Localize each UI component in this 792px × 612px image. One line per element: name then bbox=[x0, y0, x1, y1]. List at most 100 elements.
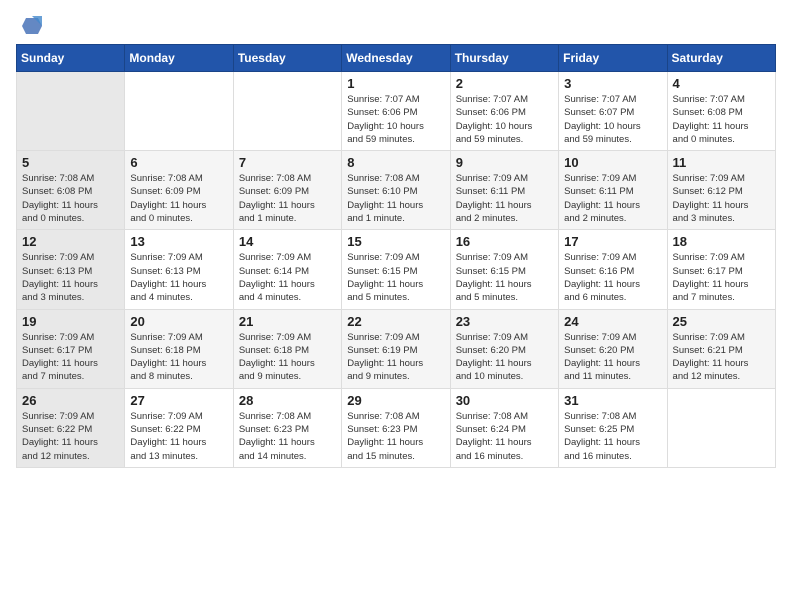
day-info: Sunrise: 7:09 AM Sunset: 6:16 PM Dayligh… bbox=[564, 251, 661, 304]
day-info: Sunrise: 7:09 AM Sunset: 6:14 PM Dayligh… bbox=[239, 251, 336, 304]
calendar-table: SundayMondayTuesdayWednesdayThursdayFrid… bbox=[16, 44, 776, 468]
day-number: 3 bbox=[564, 76, 661, 91]
calendar-cell: 28 Sunrise: 7:08 AM Sunset: 6:23 PM Dayli… bbox=[233, 388, 341, 467]
day-number: 17 bbox=[564, 234, 661, 249]
day-info: Sunrise: 7:07 AM Sunset: 6:07 PM Dayligh… bbox=[564, 93, 661, 146]
weekday-header-saturday: Saturday bbox=[667, 45, 775, 72]
day-info: Sunrise: 7:09 AM Sunset: 6:22 PM Dayligh… bbox=[130, 410, 227, 463]
calendar-cell: 20Sunrise: 7:09 AM Sunset: 6:18 PM Dayli… bbox=[125, 309, 233, 388]
weekday-header-wednesday: Wednesday bbox=[342, 45, 450, 72]
day-info: Sunrise: 7:09 AM Sunset: 6:19 PM Dayligh… bbox=[347, 331, 444, 384]
day-info: Sunrise: 7:09 AM Sunset: 6:12 PM Dayligh… bbox=[673, 172, 770, 225]
calendar-week-row: 1 Sunrise: 7:07 AM Sunset: 6:06 PM Daylig… bbox=[17, 72, 776, 151]
day-info: Sunrise: 7:08 AM Sunset: 6:08 PM Dayligh… bbox=[22, 172, 119, 225]
calendar-cell: 15 Sunrise: 7:09 AM Sunset: 6:15 PM Dayli… bbox=[342, 230, 450, 309]
day-info: Sunrise: 7:09 AM Sunset: 6:15 PM Dayligh… bbox=[347, 251, 444, 304]
day-number: 8 bbox=[347, 155, 444, 170]
day-number: 22 bbox=[347, 314, 444, 329]
weekday-header-thursday: Thursday bbox=[450, 45, 558, 72]
day-info: Sunrise: 7:08 AM Sunset: 6:23 PM Dayligh… bbox=[347, 410, 444, 463]
day-number: 15 bbox=[347, 234, 444, 249]
day-info: Sunrise: 7:09 AM Sunset: 6:11 PM Dayligh… bbox=[456, 172, 553, 225]
day-info: Sunrise: 7:09 AM Sunset: 6:11 PM Dayligh… bbox=[564, 172, 661, 225]
calendar-cell: 18 Sunrise: 7:09 AM Sunset: 6:17 PM Dayli… bbox=[667, 230, 775, 309]
calendar-cell: 6 Sunrise: 7:08 AM Sunset: 6:09 PM Daylig… bbox=[125, 151, 233, 230]
calendar-cell: 12 Sunrise: 7:09 AM Sunset: 6:13 PM Dayli… bbox=[17, 230, 125, 309]
day-info: Sunrise: 7:09 AM Sunset: 6:13 PM Dayligh… bbox=[130, 251, 227, 304]
calendar-cell: 7Sunrise: 7:08 AM Sunset: 6:09 PM Daylig… bbox=[233, 151, 341, 230]
calendar-cell: 3 Sunrise: 7:07 AM Sunset: 6:07 PM Daylig… bbox=[559, 72, 667, 151]
day-info: Sunrise: 7:09 AM Sunset: 6:13 PM Dayligh… bbox=[22, 251, 119, 304]
day-number: 25 bbox=[673, 314, 770, 329]
calendar-cell: 10 Sunrise: 7:09 AM Sunset: 6:11 PM Dayli… bbox=[559, 151, 667, 230]
day-info: Sunrise: 7:08 AM Sunset: 6:10 PM Dayligh… bbox=[347, 172, 444, 225]
calendar-cell: 21 Sunrise: 7:09 AM Sunset: 6:18 PM Dayli… bbox=[233, 309, 341, 388]
calendar-cell: 19 Sunrise: 7:09 AM Sunset: 6:17 PM Dayli… bbox=[17, 309, 125, 388]
day-number: 2 bbox=[456, 76, 553, 91]
day-info: Sunrise: 7:08 AM Sunset: 6:09 PM Dayligh… bbox=[130, 172, 227, 225]
calendar-cell bbox=[667, 388, 775, 467]
calendar-cell: 4 Sunrise: 7:07 AM Sunset: 6:08 PM Daylig… bbox=[667, 72, 775, 151]
day-info: Sunrise: 7:09 AM Sunset: 6:17 PM Dayligh… bbox=[22, 331, 119, 384]
calendar-cell: 30 Sunrise: 7:08 AM Sunset: 6:24 PM Dayli… bbox=[450, 388, 558, 467]
calendar-cell: 27 Sunrise: 7:09 AM Sunset: 6:22 PM Dayli… bbox=[125, 388, 233, 467]
logo-icon bbox=[18, 16, 42, 36]
calendar-cell: 8 Sunrise: 7:08 AM Sunset: 6:10 PM Daylig… bbox=[342, 151, 450, 230]
day-number: 11 bbox=[673, 155, 770, 170]
calendar-cell bbox=[17, 72, 125, 151]
calendar-week-row: 5 Sunrise: 7:08 AM Sunset: 6:08 PM Daylig… bbox=[17, 151, 776, 230]
day-number: 10 bbox=[564, 155, 661, 170]
day-number: 21 bbox=[239, 314, 336, 329]
calendar-cell: 9 Sunrise: 7:09 AM Sunset: 6:11 PM Daylig… bbox=[450, 151, 558, 230]
day-number: 16 bbox=[456, 234, 553, 249]
calendar-cell: 22 Sunrise: 7:09 AM Sunset: 6:19 PM Dayli… bbox=[342, 309, 450, 388]
calendar-cell: 11 Sunrise: 7:09 AM Sunset: 6:12 PM Dayli… bbox=[667, 151, 775, 230]
page-header bbox=[16, 16, 776, 36]
calendar-cell: 25 Sunrise: 7:09 AM Sunset: 6:21 PM Dayli… bbox=[667, 309, 775, 388]
day-number: 18 bbox=[673, 234, 770, 249]
day-number: 13 bbox=[130, 234, 227, 249]
day-number: 24 bbox=[564, 314, 661, 329]
day-number: 31 bbox=[564, 393, 661, 408]
day-number: 6 bbox=[130, 155, 227, 170]
calendar-cell bbox=[233, 72, 341, 151]
calendar-cell: 23Sunrise: 7:09 AM Sunset: 6:20 PM Dayli… bbox=[450, 309, 558, 388]
day-info: Sunrise: 7:08 AM Sunset: 6:24 PM Dayligh… bbox=[456, 410, 553, 463]
day-info: Sunrise: 7:07 AM Sunset: 6:06 PM Dayligh… bbox=[456, 93, 553, 146]
day-info: Sunrise: 7:08 AM Sunset: 6:09 PM Dayligh… bbox=[239, 172, 336, 225]
day-number: 20 bbox=[130, 314, 227, 329]
calendar-week-row: 19 Sunrise: 7:09 AM Sunset: 6:17 PM Dayli… bbox=[17, 309, 776, 388]
day-number: 23 bbox=[456, 314, 553, 329]
calendar-cell: 17 Sunrise: 7:09 AM Sunset: 6:16 PM Dayli… bbox=[559, 230, 667, 309]
day-number: 5 bbox=[22, 155, 119, 170]
weekday-header-row: SundayMondayTuesdayWednesdayThursdayFrid… bbox=[17, 45, 776, 72]
calendar-cell: 13 Sunrise: 7:09 AM Sunset: 6:13 PM Dayli… bbox=[125, 230, 233, 309]
calendar-week-row: 26Sunrise: 7:09 AM Sunset: 6:22 PM Dayli… bbox=[17, 388, 776, 467]
day-number: 4 bbox=[673, 76, 770, 91]
day-number: 19 bbox=[22, 314, 119, 329]
calendar-cell: 5 Sunrise: 7:08 AM Sunset: 6:08 PM Daylig… bbox=[17, 151, 125, 230]
day-number: 28 bbox=[239, 393, 336, 408]
day-number: 9 bbox=[456, 155, 553, 170]
day-info: Sunrise: 7:07 AM Sunset: 6:06 PM Dayligh… bbox=[347, 93, 444, 146]
calendar-cell: 16Sunrise: 7:09 AM Sunset: 6:15 PM Dayli… bbox=[450, 230, 558, 309]
day-number: 14 bbox=[239, 234, 336, 249]
calendar-cell: 1 Sunrise: 7:07 AM Sunset: 6:06 PM Daylig… bbox=[342, 72, 450, 151]
calendar-cell bbox=[125, 72, 233, 151]
day-info: Sunrise: 7:09 AM Sunset: 6:22 PM Dayligh… bbox=[22, 410, 119, 463]
day-number: 1 bbox=[347, 76, 444, 91]
day-number: 30 bbox=[456, 393, 553, 408]
logo bbox=[16, 16, 42, 36]
day-number: 27 bbox=[130, 393, 227, 408]
day-info: Sunrise: 7:09 AM Sunset: 6:18 PM Dayligh… bbox=[239, 331, 336, 384]
calendar-cell: 29Sunrise: 7:08 AM Sunset: 6:23 PM Dayli… bbox=[342, 388, 450, 467]
day-info: Sunrise: 7:08 AM Sunset: 6:25 PM Dayligh… bbox=[564, 410, 661, 463]
day-info: Sunrise: 7:07 AM Sunset: 6:08 PM Dayligh… bbox=[673, 93, 770, 146]
weekday-header-friday: Friday bbox=[559, 45, 667, 72]
weekday-header-tuesday: Tuesday bbox=[233, 45, 341, 72]
day-info: Sunrise: 7:09 AM Sunset: 6:17 PM Dayligh… bbox=[673, 251, 770, 304]
weekday-header-sunday: Sunday bbox=[17, 45, 125, 72]
day-info: Sunrise: 7:09 AM Sunset: 6:21 PM Dayligh… bbox=[673, 331, 770, 384]
day-number: 12 bbox=[22, 234, 119, 249]
day-info: Sunrise: 7:08 AM Sunset: 6:23 PM Dayligh… bbox=[239, 410, 336, 463]
